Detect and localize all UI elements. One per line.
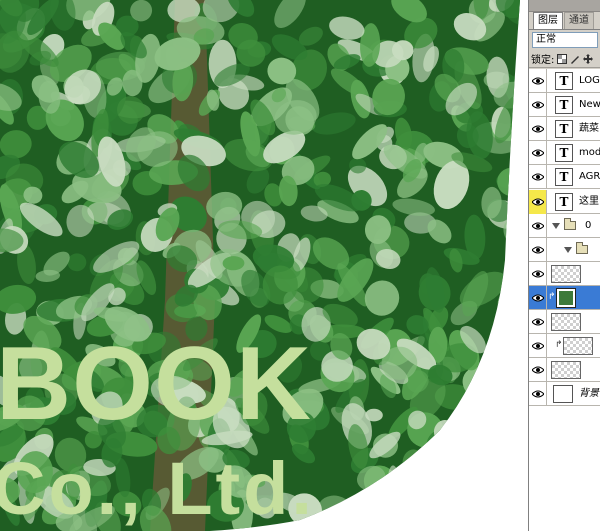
lock-transparency-icon[interactable] bbox=[557, 53, 568, 64]
expand-triangle-icon[interactable] bbox=[564, 246, 572, 253]
transparent-thumbnail bbox=[551, 361, 581, 380]
eye-icon[interactable] bbox=[529, 69, 547, 93]
layer-row[interactable]: 背景 bbox=[529, 382, 600, 407]
layer-name: mode bbox=[579, 147, 600, 159]
clipping-arrow-icon: ↱ bbox=[548, 291, 556, 302]
eye-icon[interactable] bbox=[529, 237, 547, 262]
layer-row[interactable]: 0 bbox=[529, 213, 600, 238]
blend-mode-select[interactable]: 正常 bbox=[532, 32, 598, 48]
type-layer-icon: T bbox=[555, 72, 573, 90]
layer-name: 蔬菜 bbox=[579, 123, 599, 135]
folder-icon bbox=[564, 217, 576, 230]
layers-list: TLOGOTNewT蔬菜TmodeTAGRIT这里0↱↱背景 bbox=[529, 69, 600, 531]
layer-row[interactable] bbox=[529, 261, 600, 286]
eye-icon[interactable] bbox=[529, 358, 547, 383]
eye-icon[interactable] bbox=[529, 117, 547, 142]
layer-row[interactable] bbox=[529, 237, 600, 262]
layer-name: 0 bbox=[585, 219, 592, 231]
lock-label: 锁定: bbox=[531, 55, 555, 66]
transparent-thumbnail bbox=[551, 313, 581, 331]
eye-icon[interactable] bbox=[529, 261, 547, 286]
eye-icon[interactable] bbox=[529, 213, 547, 238]
background-layer-name: 背景 bbox=[579, 388, 599, 400]
eye-icon[interactable] bbox=[529, 382, 547, 407]
clipping-arrow-icon: ↱ bbox=[555, 340, 563, 351]
layer-row[interactable] bbox=[529, 310, 600, 334]
type-layer-icon: T bbox=[555, 120, 573, 139]
layer-row[interactable]: T 蔬菜 bbox=[529, 117, 600, 142]
panel-title-bar[interactable] bbox=[529, 0, 600, 12]
tab-channels[interactable]: 通道 bbox=[564, 12, 594, 29]
type-layer-icon: T bbox=[555, 192, 573, 211]
blend-mode-row: 正常 bbox=[529, 30, 600, 50]
eye-icon[interactable] bbox=[529, 310, 547, 334]
layer-row[interactable] bbox=[529, 358, 600, 383]
panel-tab-row: 图层 通道 bbox=[529, 12, 600, 30]
document-canvas[interactable]: BOOK Co., Ltd. bbox=[0, 0, 528, 531]
eye-icon[interactable] bbox=[529, 189, 547, 214]
layer-name: AGRI bbox=[579, 171, 600, 183]
background-thumbnail bbox=[553, 385, 573, 404]
transparent-thumbnail bbox=[563, 337, 593, 356]
lock-position-icon[interactable] bbox=[583, 53, 594, 64]
tab-layers[interactable]: 图层 bbox=[533, 12, 563, 29]
eye-icon[interactable] bbox=[529, 93, 547, 118]
transparent-thumbnail bbox=[551, 264, 581, 283]
layer-row[interactable]: T New bbox=[529, 93, 600, 118]
eye-icon[interactable] bbox=[529, 334, 547, 359]
eye-icon[interactable] bbox=[529, 165, 547, 190]
expand-triangle-icon[interactable] bbox=[552, 222, 560, 229]
layer-row[interactable]: ↱ bbox=[529, 334, 600, 359]
layer-row[interactable]: T AGRI bbox=[529, 165, 600, 190]
type-layer-icon: T bbox=[555, 96, 573, 115]
layer-name: 这里 bbox=[579, 195, 599, 207]
layers-panel: 图层 通道 正常 锁定: TLOGOTNewT蔬菜TmodeTAGRIT这里0↱… bbox=[528, 0, 600, 531]
layer-row[interactable]: Tmode bbox=[529, 141, 600, 166]
layer-name: LOGO bbox=[579, 75, 600, 86]
layer-name: New bbox=[579, 99, 600, 111]
image-thumbnail bbox=[556, 287, 576, 308]
company-suffix-text: Co., Ltd. bbox=[0, 447, 315, 530]
type-layer-icon: T bbox=[555, 144, 573, 163]
type-layer-icon: T bbox=[555, 168, 573, 187]
layer-row[interactable]: ↱ bbox=[529, 285, 600, 310]
lock-row: 锁定: bbox=[529, 50, 600, 68]
eye-icon[interactable] bbox=[529, 141, 547, 166]
layer-row[interactable]: T LOGO bbox=[529, 69, 600, 93]
book-headline: BOOK bbox=[0, 326, 312, 442]
folder-icon bbox=[576, 241, 588, 254]
eye-icon[interactable] bbox=[529, 285, 547, 310]
lock-image-icon[interactable] bbox=[570, 54, 580, 64]
layer-row[interactable]: T 这里 bbox=[529, 189, 600, 214]
